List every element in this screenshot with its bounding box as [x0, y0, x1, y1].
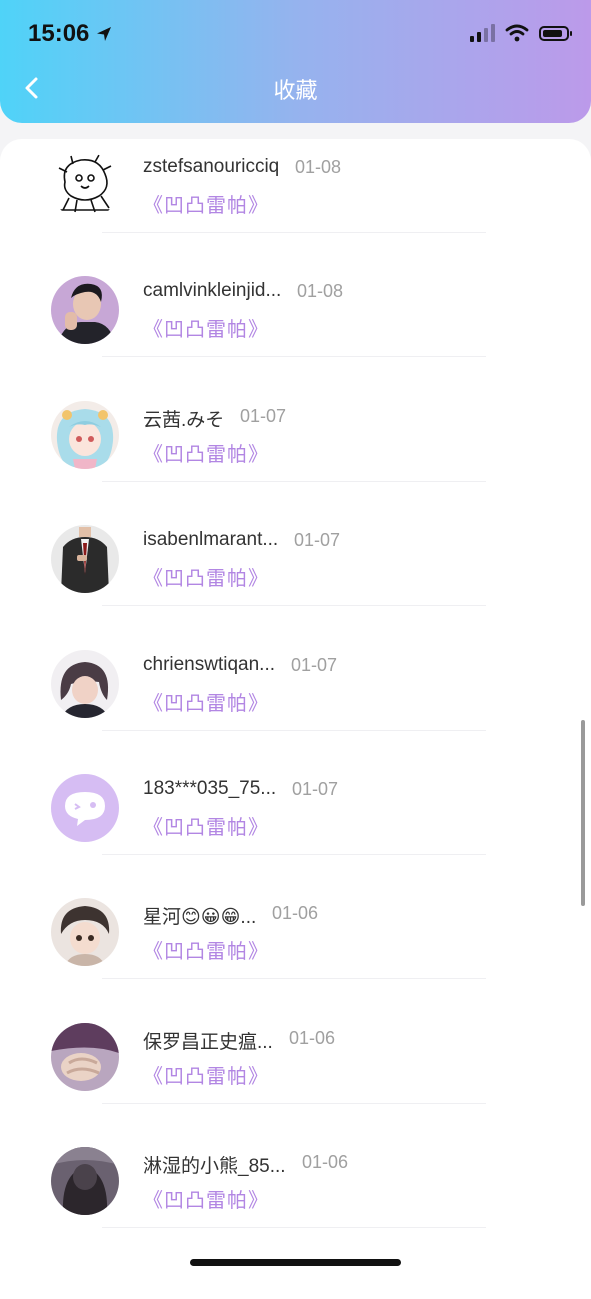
- avatar[interactable]: [51, 400, 119, 469]
- work-title-link[interactable]: 《凹凸雷帕》: [143, 935, 269, 964]
- favorites-card[interactable]: zstefsanouricciq 01-08 《凹凸雷帕》 camlvinkleinj…: [0, 139, 591, 1299]
- user-name: 星河😊😀😁...: [143, 907, 257, 929]
- avatar[interactable]: [51, 773, 119, 842]
- home-indicator[interactable]: [190, 1259, 401, 1266]
- favorite-date: 01-07: [292, 778, 339, 799]
- location-arrow-icon: [97, 27, 112, 41]
- divider: [102, 1227, 486, 1229]
- avatar[interactable]: [51, 525, 119, 594]
- avatar[interactable]: [51, 898, 119, 967]
- favorite-item[interactable]: zstefsanouricciq 01-08 《凹凸雷帕》: [0, 139, 591, 233]
- work-title-link[interactable]: 《凹凸雷帕》: [143, 1060, 269, 1089]
- header-bar: 15:06 收藏: [0, 0, 591, 123]
- wifi-icon: [505, 24, 529, 42]
- battery-level: [543, 29, 562, 37]
- user-name: 云茜.みそ: [143, 409, 225, 431]
- favorite-date: 01-07: [240, 405, 287, 426]
- work-title-link[interactable]: 《凹凸雷帕》: [143, 687, 269, 716]
- favorite-date: 01-07: [291, 654, 338, 675]
- avatar[interactable]: [51, 1147, 119, 1216]
- favorite-date: 01-06: [302, 1152, 349, 1173]
- favorite-item[interactable]: chrienswtiqan... 01-07 《凹凸雷帕》: [0, 607, 591, 731]
- user-name: isabenlmarant...: [143, 529, 279, 551]
- favorite-date: 01-08: [297, 281, 344, 302]
- battery-icon: [539, 25, 572, 41]
- favorite-item[interactable]: 云茜.みそ 01-07 《凹凸雷帕》: [0, 358, 591, 482]
- favorite-date: 01-06: [272, 903, 319, 924]
- avatar[interactable]: [51, 649, 119, 718]
- work-title-link[interactable]: 《凹凸雷帕》: [143, 189, 269, 218]
- work-title-link[interactable]: 《凹凸雷帕》: [143, 313, 269, 342]
- signal-icon: [470, 24, 495, 42]
- favorite-item[interactable]: isabenlmarant... 01-07 《凹凸雷帕》: [0, 482, 591, 607]
- favorite-item[interactable]: 183***035_75... 01-07 《凹凸雷帕》: [0, 731, 591, 855]
- user-name: 183***035_75...: [143, 777, 277, 799]
- avatar[interactable]: [51, 152, 119, 220]
- user-name: 淋湿的小熊_85...: [143, 1156, 286, 1178]
- scrollbar[interactable]: [581, 720, 585, 906]
- avatar[interactable]: [51, 276, 119, 345]
- favorite-item[interactable]: 淋湿的小熊_85... 01-06 《凹凸雷帕》: [0, 1104, 591, 1229]
- work-title-link[interactable]: 《凹凸雷帕》: [143, 811, 269, 840]
- user-name: chrienswtiqan...: [143, 653, 276, 675]
- status-time-text: 15:06: [28, 20, 90, 47]
- status-indicators: [470, 24, 572, 42]
- avatar[interactable]: [51, 1022, 119, 1091]
- favorite-date: 01-06: [289, 1027, 336, 1048]
- work-title-link[interactable]: 《凹凸雷帕》: [143, 438, 269, 467]
- status-time: 15:06: [28, 20, 113, 48]
- favorites-list[interactable]: zstefsanouricciq 01-08 《凹凸雷帕》 camlvinkleinj…: [0, 139, 591, 1229]
- work-title-link[interactable]: 《凹凸雷帕》: [143, 1184, 269, 1213]
- favorite-item[interactable]: 保罗昌正史瘟... 01-06 《凹凸雷帕》: [0, 980, 591, 1104]
- favorite-item[interactable]: camlvinkleinjid... 01-08 《凹凸雷帕》: [0, 233, 591, 358]
- favorite-item[interactable]: 星河😊😀😁... 01-06 《凹凸雷帕》: [0, 855, 591, 980]
- user-name: zstefsanouricciq: [143, 156, 280, 177]
- favorite-date: 01-08: [295, 157, 342, 177]
- user-name: 保罗昌正史瘟...: [143, 1031, 273, 1053]
- work-title-link[interactable]: 《凹凸雷帕》: [143, 562, 269, 591]
- page-title: 收藏: [273, 78, 318, 103]
- user-name: camlvinkleinjid...: [143, 280, 282, 302]
- favorite-date: 01-07: [294, 530, 341, 551]
